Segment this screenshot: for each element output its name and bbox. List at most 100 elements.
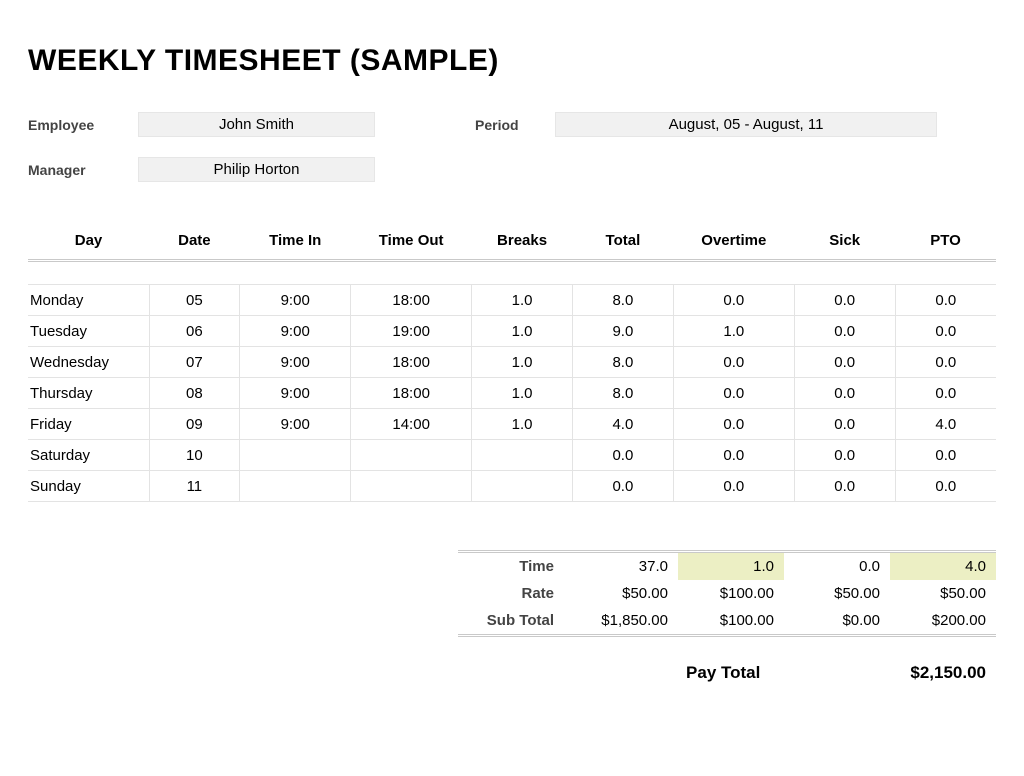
col-time-out: Time Out (351, 226, 472, 261)
cell-date: 10 (149, 440, 240, 471)
info-row-2: Manager Philip Horton (28, 157, 996, 182)
table-row: Saturday100.00.00.00.0 (28, 440, 996, 471)
col-total: Total (572, 226, 673, 261)
table-row: Wednesday079:0018:001.08.00.00.00.0 (28, 347, 996, 378)
cell-date: 07 (149, 347, 240, 378)
col-sick: Sick (794, 226, 895, 261)
cell-pto: 0.0 (895, 378, 996, 409)
cell-time_in: 9:00 (240, 378, 351, 409)
summary-time-sick: 0.0 (784, 552, 890, 581)
cell-pto: 0.0 (895, 316, 996, 347)
col-overtime: Overtime (673, 226, 794, 261)
cell-day: Friday (28, 409, 149, 440)
cell-sick: 0.0 (794, 347, 895, 378)
cell-time_out (351, 471, 472, 502)
cell-day: Thursday (28, 378, 149, 409)
info-row-1: Employee John Smith Period August, 05 - … (28, 112, 996, 137)
cell-pto: 0.0 (895, 440, 996, 471)
summary-time-pto: 4.0 (890, 552, 996, 581)
manager-value: Philip Horton (138, 157, 375, 182)
pay-total-value: $2,150.00 (910, 663, 986, 683)
employee-label: Employee (28, 117, 138, 133)
cell-date: 06 (149, 316, 240, 347)
cell-overtime: 0.0 (673, 440, 794, 471)
cell-time_in (240, 440, 351, 471)
table-row: Tuesday069:0019:001.09.01.00.00.0 (28, 316, 996, 347)
cell-breaks (472, 440, 573, 471)
manager-label: Manager (28, 162, 138, 178)
cell-time_in: 9:00 (240, 347, 351, 378)
cell-time_out (351, 440, 472, 471)
period-label: Period (475, 117, 555, 133)
cell-sick: 0.0 (794, 471, 895, 502)
cell-date: 11 (149, 471, 240, 502)
cell-time_out: 18:00 (351, 378, 472, 409)
cell-breaks: 1.0 (472, 409, 573, 440)
cell-time_out: 18:00 (351, 347, 472, 378)
page-title: WEEKLY TIMESHEET (SAMPLE) (28, 44, 996, 78)
table-row: Friday099:0014:001.04.00.00.04.0 (28, 409, 996, 440)
summary-rate-sick: $50.00 (784, 580, 890, 607)
cell-breaks: 1.0 (472, 316, 573, 347)
cell-overtime: 0.0 (673, 347, 794, 378)
cell-overtime: 0.0 (673, 471, 794, 502)
header-row: Day Date Time In Time Out Breaks Total O… (28, 226, 996, 261)
summary-rate-row: Rate $50.00 $100.00 $50.00 $50.00 (458, 580, 996, 607)
cell-day: Sunday (28, 471, 149, 502)
cell-breaks (472, 471, 573, 502)
cell-pto: 0.0 (895, 285, 996, 316)
table-row: Sunday110.00.00.00.0 (28, 471, 996, 502)
cell-pto: 0.0 (895, 471, 996, 502)
cell-overtime: 1.0 (673, 316, 794, 347)
summary-time-total: 37.0 (572, 552, 678, 581)
cell-total: 8.0 (572, 347, 673, 378)
col-day: Day (28, 226, 149, 261)
cell-day: Tuesday (28, 316, 149, 347)
pay-total-label: Pay Total (686, 663, 760, 683)
cell-pto: 4.0 (895, 409, 996, 440)
cell-overtime: 0.0 (673, 409, 794, 440)
summary-time-row: Time 37.0 1.0 0.0 4.0 (458, 552, 996, 581)
cell-time_in: 9:00 (240, 316, 351, 347)
summary-subtotal-total: $1,850.00 (572, 607, 678, 636)
cell-total: 4.0 (572, 409, 673, 440)
table-row: Monday059:0018:001.08.00.00.00.0 (28, 285, 996, 316)
col-time-in: Time In (240, 226, 351, 261)
cell-pto: 0.0 (895, 347, 996, 378)
cell-breaks: 1.0 (472, 285, 573, 316)
cell-time_out: 19:00 (351, 316, 472, 347)
cell-total: 9.0 (572, 316, 673, 347)
cell-overtime: 0.0 (673, 285, 794, 316)
cell-date: 09 (149, 409, 240, 440)
summary-rate-pto: $50.00 (890, 580, 996, 607)
summary-time-label: Time (458, 552, 572, 581)
cell-sick: 0.0 (794, 440, 895, 471)
employee-value: John Smith (138, 112, 375, 137)
cell-sick: 0.0 (794, 316, 895, 347)
summary-rate-label: Rate (458, 580, 572, 607)
timesheet-table: Day Date Time In Time Out Breaks Total O… (28, 226, 996, 502)
cell-total: 0.0 (572, 471, 673, 502)
summary-subtotal-sick: $0.00 (784, 607, 890, 636)
summary-time-overtime: 1.0 (678, 552, 784, 581)
cell-time_in (240, 471, 351, 502)
cell-overtime: 0.0 (673, 378, 794, 409)
cell-date: 08 (149, 378, 240, 409)
period-value: August, 05 - August, 11 (555, 112, 937, 137)
cell-day: Monday (28, 285, 149, 316)
summary-subtotal-label: Sub Total (458, 607, 572, 636)
summary-subtotal-pto: $200.00 (890, 607, 996, 636)
cell-time_in: 9:00 (240, 285, 351, 316)
summary-subtotal-overtime: $100.00 (678, 607, 784, 636)
summary-subtotal-row: Sub Total $1,850.00 $100.00 $0.00 $200.0… (458, 607, 996, 636)
cell-sick: 0.0 (794, 409, 895, 440)
col-pto: PTO (895, 226, 996, 261)
table-row: Thursday089:0018:001.08.00.00.00.0 (28, 378, 996, 409)
summary-rate-overtime: $100.00 (678, 580, 784, 607)
cell-date: 05 (149, 285, 240, 316)
summary-rate-total: $50.00 (572, 580, 678, 607)
cell-sick: 0.0 (794, 378, 895, 409)
cell-time_out: 14:00 (351, 409, 472, 440)
cell-breaks: 1.0 (472, 347, 573, 378)
cell-breaks: 1.0 (472, 378, 573, 409)
